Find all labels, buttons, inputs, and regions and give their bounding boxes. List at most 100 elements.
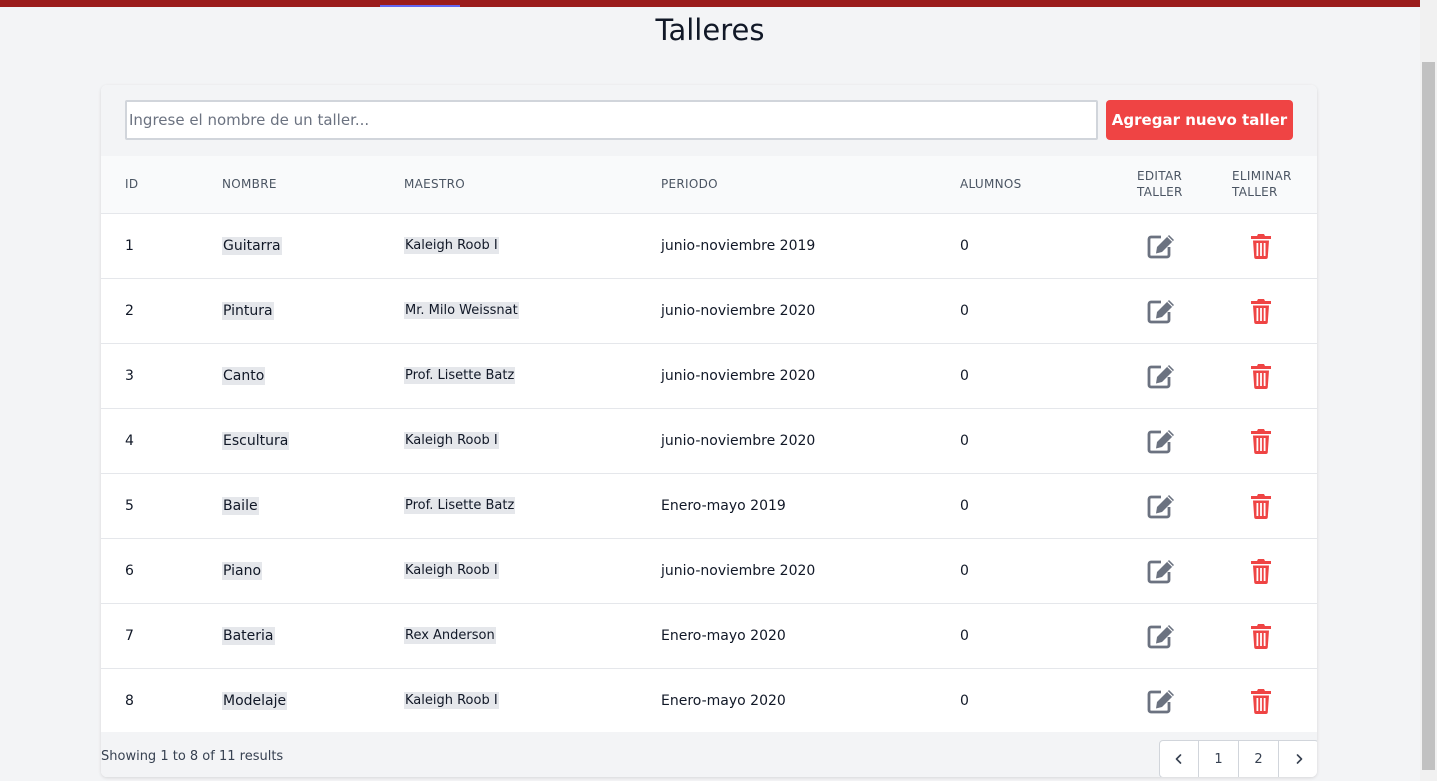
maestro-name: Kaleigh Roob I <box>404 562 499 579</box>
cell-eliminar <box>1232 278 1317 343</box>
maestro-name: Kaleigh Roob I <box>404 692 499 709</box>
cell-id: 2 <box>125 302 134 319</box>
cell-nombre: Escultura <box>222 408 404 473</box>
edit-icon <box>1147 429 1174 453</box>
delete-button[interactable] <box>1246 557 1278 585</box>
cell-eliminar <box>1232 668 1317 733</box>
cell-periodo: junio-noviembre 2020 <box>661 432 816 449</box>
top-bar <box>0 0 1420 7</box>
edit-button[interactable] <box>1146 557 1178 585</box>
cell-editar <box>1137 408 1232 473</box>
pagination-page-1[interactable]: 1 <box>1199 741 1239 777</box>
chevron-right-icon <box>1296 754 1302 764</box>
cell-nombre: Canto <box>222 343 404 408</box>
cell-nombre: Piano <box>222 538 404 603</box>
trash-icon <box>1251 363 1271 389</box>
cell-alumnos: 0 <box>960 562 969 579</box>
search-input[interactable] <box>125 100 1098 140</box>
cell-periodo: junio-noviembre 2020 <box>661 562 816 579</box>
tab-indicator <box>380 5 460 7</box>
pagination-page-2[interactable]: 2 <box>1239 741 1279 777</box>
delete-button[interactable] <box>1246 297 1278 325</box>
table-row: 1 Guitarra Kaleigh Roob I junio-noviembr… <box>101 213 1317 278</box>
cell-id: 3 <box>125 367 134 384</box>
maestro-name: Rex Anderson <box>404 627 496 644</box>
maestro-name: Mr. Milo Weissnat <box>404 302 519 319</box>
cell-alumnos: 0 <box>960 692 969 709</box>
edit-button[interactable] <box>1146 297 1178 325</box>
cell-periodo: junio-noviembre 2020 <box>661 367 816 384</box>
page-scrollbar[interactable] <box>1420 0 1437 781</box>
cell-eliminar <box>1232 343 1317 408</box>
trash-icon <box>1251 233 1271 259</box>
edit-button[interactable] <box>1146 687 1178 715</box>
pagination-prev-button[interactable] <box>1160 741 1199 777</box>
pagination: 1 2 <box>1159 740 1317 777</box>
taller-name: Bateria <box>222 626 275 645</box>
table-row: 2 Pintura Mr. Milo Weissnat junio-noviem… <box>101 278 1317 343</box>
cell-maestro: Prof. Lisette Batz <box>404 473 661 538</box>
table-row: 4 Escultura Kaleigh Roob I junio-noviemb… <box>101 408 1317 473</box>
cell-id: 4 <box>125 432 134 449</box>
maestro-name: Kaleigh Roob I <box>404 432 499 449</box>
edit-icon <box>1147 364 1174 388</box>
header-periodo: PERIODO <box>661 177 718 192</box>
cell-eliminar <box>1232 213 1317 278</box>
edit-button[interactable] <box>1146 362 1178 390</box>
trash-icon <box>1251 298 1271 324</box>
talleres-card: Agregar nuevo taller ID NOMBRE MAESTRO P… <box>101 85 1317 777</box>
edit-icon <box>1147 689 1174 713</box>
cell-eliminar <box>1232 408 1317 473</box>
edit-icon <box>1147 234 1174 258</box>
edit-button[interactable] <box>1146 232 1178 260</box>
cell-eliminar <box>1232 603 1317 668</box>
delete-button[interactable] <box>1246 427 1278 455</box>
header-editar-line1: EDITAR <box>1137 169 1183 184</box>
edit-icon <box>1147 624 1174 648</box>
table-row: 5 Baile Prof. Lisette Batz Enero-mayo 20… <box>101 473 1317 538</box>
header-maestro: MAESTRO <box>404 177 465 192</box>
toolbar: Agregar nuevo taller <box>101 85 1317 156</box>
header-eliminar-line1: ELIMINAR <box>1232 169 1292 184</box>
delete-button[interactable] <box>1246 362 1278 390</box>
cell-alumnos: 0 <box>960 237 969 254</box>
edit-icon <box>1147 559 1174 583</box>
taller-name: Escultura <box>222 431 290 450</box>
edit-button[interactable] <box>1146 622 1178 650</box>
table-row: 7 Bateria Rex Anderson Enero-mayo 2020 0 <box>101 603 1317 668</box>
delete-button[interactable] <box>1246 622 1278 650</box>
edit-icon <box>1147 299 1174 323</box>
add-taller-button[interactable]: Agregar nuevo taller <box>1106 100 1293 140</box>
cell-id: 1 <box>125 237 134 254</box>
delete-button[interactable] <box>1246 492 1278 520</box>
maestro-name: Kaleigh Roob I <box>404 237 499 254</box>
cell-nombre: Modelaje <box>222 668 404 733</box>
cell-alumnos: 0 <box>960 497 969 514</box>
delete-button[interactable] <box>1246 687 1278 715</box>
cell-maestro: Rex Anderson <box>404 603 661 668</box>
table-row: 8 Modelaje Kaleigh Roob I Enero-mayo 202… <box>101 668 1317 733</box>
header-id: ID <box>125 177 139 192</box>
maestro-name: Prof. Lisette Batz <box>404 497 516 514</box>
edit-button[interactable] <box>1146 427 1178 455</box>
cell-periodo: Enero-mayo 2020 <box>661 692 786 709</box>
results-summary: Showing 1 to 8 of 11 results <box>101 749 284 764</box>
header-nombre: NOMBRE <box>222 177 277 192</box>
pagination-next-button[interactable] <box>1279 741 1317 777</box>
cell-periodo: junio-noviembre 2020 <box>661 302 816 319</box>
cell-editar <box>1137 213 1232 278</box>
cell-maestro: Mr. Milo Weissnat <box>404 278 661 343</box>
taller-name: Baile <box>222 496 259 515</box>
cell-editar <box>1137 278 1232 343</box>
cell-editar <box>1137 473 1232 538</box>
cell-id: 6 <box>125 562 134 579</box>
scrollbar-thumb[interactable] <box>1422 62 1435 770</box>
cell-nombre: Pintura <box>222 278 404 343</box>
header-alumnos: ALUMNOS <box>960 177 1022 192</box>
edit-button[interactable] <box>1146 492 1178 520</box>
header-eliminar-line2: TALLER <box>1232 185 1278 200</box>
delete-button[interactable] <box>1246 232 1278 260</box>
table-body: 1 Guitarra Kaleigh Roob I junio-noviembr… <box>101 213 1317 733</box>
header-editar-taller: EDITAR TALLER <box>1137 156 1232 213</box>
cell-id: 7 <box>125 627 134 644</box>
